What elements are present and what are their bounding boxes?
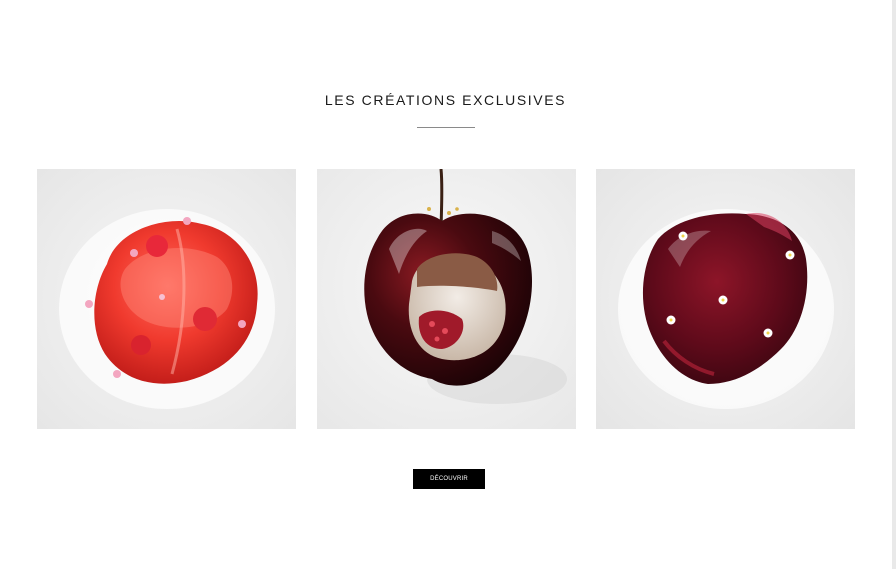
- creation-card-1[interactable]: [37, 169, 296, 429]
- title-divider: [417, 127, 475, 128]
- strawberry-dessert-image: [37, 169, 296, 429]
- discover-button[interactable]: DÉCOUVRIR: [413, 469, 485, 489]
- page: LES CRÉATIONS EXCLUSIVES DÉCOUVRIR: [0, 0, 896, 569]
- window-edge: [892, 0, 896, 569]
- red-fruit-dessert-image: [596, 169, 855, 429]
- section-title: LES CRÉATIONS EXCLUSIVES: [324, 92, 567, 108]
- cherry-dessert-image: [317, 169, 576, 429]
- creation-card-2[interactable]: [317, 169, 576, 429]
- creation-card-3[interactable]: [596, 169, 855, 429]
